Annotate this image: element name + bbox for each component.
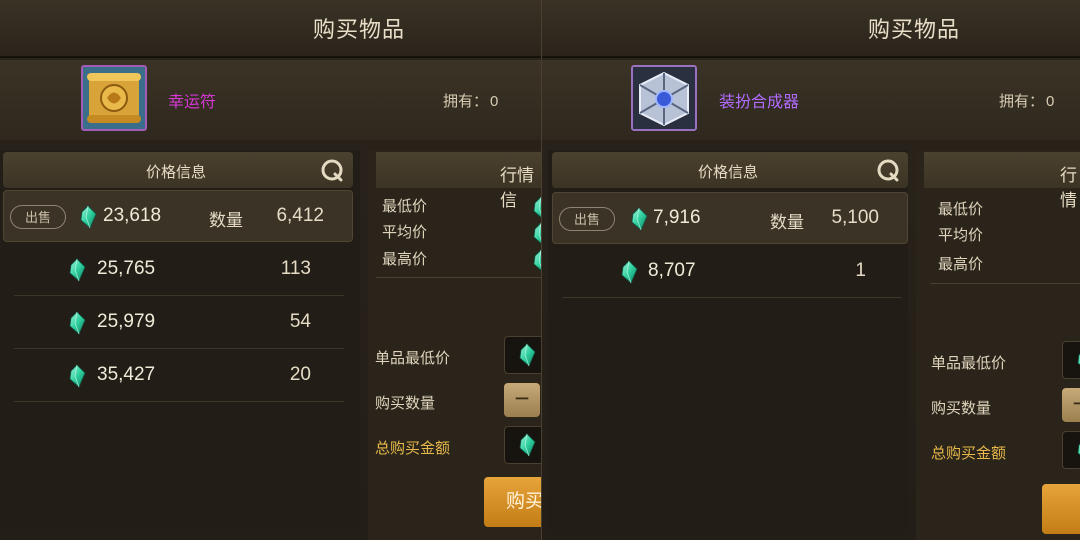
listing-price: 7,916 <box>653 207 701 228</box>
market-min-label: 最低价 <box>382 198 428 215</box>
gem-currency-icon <box>67 311 87 335</box>
listing-row-selected[interactable]: 出售 7,916 数量 5,100 <box>552 192 908 244</box>
buy-quantity-label: 购买数量 <box>375 395 436 412</box>
listing-row-selected[interactable]: 出售 23,618 数量 6,412 <box>3 190 353 242</box>
total-amount-field <box>1062 431 1080 469</box>
gem-currency-icon <box>619 260 639 284</box>
listing-row[interactable]: 35,427 20 <box>14 350 344 402</box>
buy-button[interactable] <box>1042 484 1080 534</box>
owned-label: 拥有： <box>443 93 489 110</box>
owned-value: 0 <box>1046 93 1055 110</box>
price-info-label: 价格信息 <box>146 164 207 181</box>
gem-currency-icon <box>67 258 87 282</box>
listing-quantity: 54 <box>289 311 311 332</box>
unit-min-price-label: 单品最低价 <box>931 355 1007 372</box>
refresh-icon[interactable] <box>876 158 900 182</box>
market-info-panel: 行情信 最低价 平均价 最高价 单品最低价 购买数量 − 总购买金额 购买 <box>368 150 541 540</box>
panel-title: 购买物品 <box>868 17 961 42</box>
price-info-header: 价格信息 <box>552 152 908 188</box>
market-avg-label: 平均价 <box>382 224 428 241</box>
unit-min-price-label: 单品最低价 <box>375 350 451 367</box>
decrease-quantity-button[interactable]: − <box>1062 388 1080 422</box>
row-divider <box>14 401 344 402</box>
lucky-charm-scroll-icon[interactable] <box>81 65 147 131</box>
owned-label: 拥有： <box>999 93 1045 110</box>
buy-button[interactable]: 购买 <box>484 477 541 527</box>
market-max-label: 最高价 <box>382 251 428 268</box>
item-info-bar: 装扮合成器 拥有： 0 <box>542 60 1080 140</box>
title-bar: 购买物品 <box>542 0 1080 58</box>
listing-price: 23,618 <box>103 205 162 226</box>
outfit-synthesizer-cube-icon[interactable] <box>631 65 697 131</box>
gem-currency-icon <box>517 343 537 367</box>
market-divider <box>930 283 1080 284</box>
market-info-panel: 行情 最低价 平均价 最高价 单品最低价 购买数量 − 总购买金额 <box>916 150 1080 540</box>
price-info-label: 价格信息 <box>698 164 759 181</box>
refresh-icon[interactable] <box>320 158 344 182</box>
owned-count: 拥有： 0 <box>441 90 498 111</box>
market-divider <box>376 277 541 278</box>
item-info-bar: 幸运符 拥有： 0 <box>0 60 541 140</box>
gem-currency-icon <box>517 433 537 457</box>
sell-tag-button[interactable]: 出售 <box>559 207 615 231</box>
listing-price: 8,707 <box>648 260 696 281</box>
left-purchase-panel: 购买物品 幸运符 拥有： 0 价格信息 出售 23,618 数量 6,412 2… <box>0 0 541 540</box>
market-info-header: 行情信 <box>376 152 541 210</box>
listing-row[interactable]: 8,707 1 <box>562 246 902 298</box>
buy-quantity-label: 购买数量 <box>931 400 992 417</box>
decrease-quantity-button[interactable]: − <box>504 383 540 417</box>
unit-min-price-field <box>1062 341 1080 379</box>
gem-currency-icon <box>629 207 649 231</box>
gem-currency-icon <box>67 364 87 388</box>
right-purchase-panel: 购买物品 装扮合成器 拥有：0 价格信息 出售 7,916 数量 5,100 <box>541 0 1080 540</box>
market-info-header: 行情 <box>924 152 1080 210</box>
listing-row[interactable]: 25,765 113 <box>14 244 344 296</box>
listing-row[interactable]: 25,979 54 <box>14 297 344 349</box>
price-info-header: 价格信息 <box>3 152 353 188</box>
gem-currency-icon <box>78 205 98 229</box>
panel-title: 购买物品 <box>313 17 406 42</box>
market-info-label: 行情 <box>1060 166 1077 210</box>
gem-currency-icon <box>531 196 541 220</box>
listing-price: 35,427 <box>97 364 156 385</box>
unit-min-price-field <box>504 336 541 374</box>
listing-price: 25,979 <box>97 311 156 332</box>
gem-currency-icon <box>1075 438 1080 462</box>
owned-value: 0 <box>490 93 499 110</box>
market-min-label: 最低价 <box>938 201 984 218</box>
quantity-label: 数量 <box>209 211 243 230</box>
listing-table: 价格信息 出售 23,618 数量 6,412 25,765 113 25,97… <box>0 150 360 528</box>
listing-price: 25,765 <box>97 258 156 279</box>
sell-tag-button[interactable]: 出售 <box>10 205 66 229</box>
gem-currency-icon <box>1075 348 1080 372</box>
title-bar: 购买物品 <box>0 0 541 58</box>
total-amount-label: 总购买金额 <box>931 445 1007 462</box>
gem-currency-icon <box>531 222 541 246</box>
total-amount-label: 总购买金额 <box>375 440 451 457</box>
owned-count: 拥有： 0 <box>997 90 1054 111</box>
row-divider <box>14 348 344 349</box>
listing-quantity: 5,100 <box>831 207 879 228</box>
listing-quantity: 113 <box>280 258 311 279</box>
item-name: 幸运符 <box>168 94 217 111</box>
item-name: 装扮合成器 <box>719 94 800 111</box>
total-amount-field <box>504 426 541 464</box>
market-max-label: 最高价 <box>938 256 984 273</box>
row-divider <box>562 297 902 298</box>
gem-currency-icon <box>531 249 541 273</box>
listing-quantity: 1 <box>855 260 866 281</box>
row-divider <box>14 295 344 296</box>
listing-quantity: 20 <box>289 364 311 385</box>
listing-quantity: 6,412 <box>276 205 324 226</box>
listing-table: 价格信息 出售 7,916 数量 5,100 8,707 1 <box>548 150 908 534</box>
market-avg-label: 平均价 <box>938 227 984 244</box>
